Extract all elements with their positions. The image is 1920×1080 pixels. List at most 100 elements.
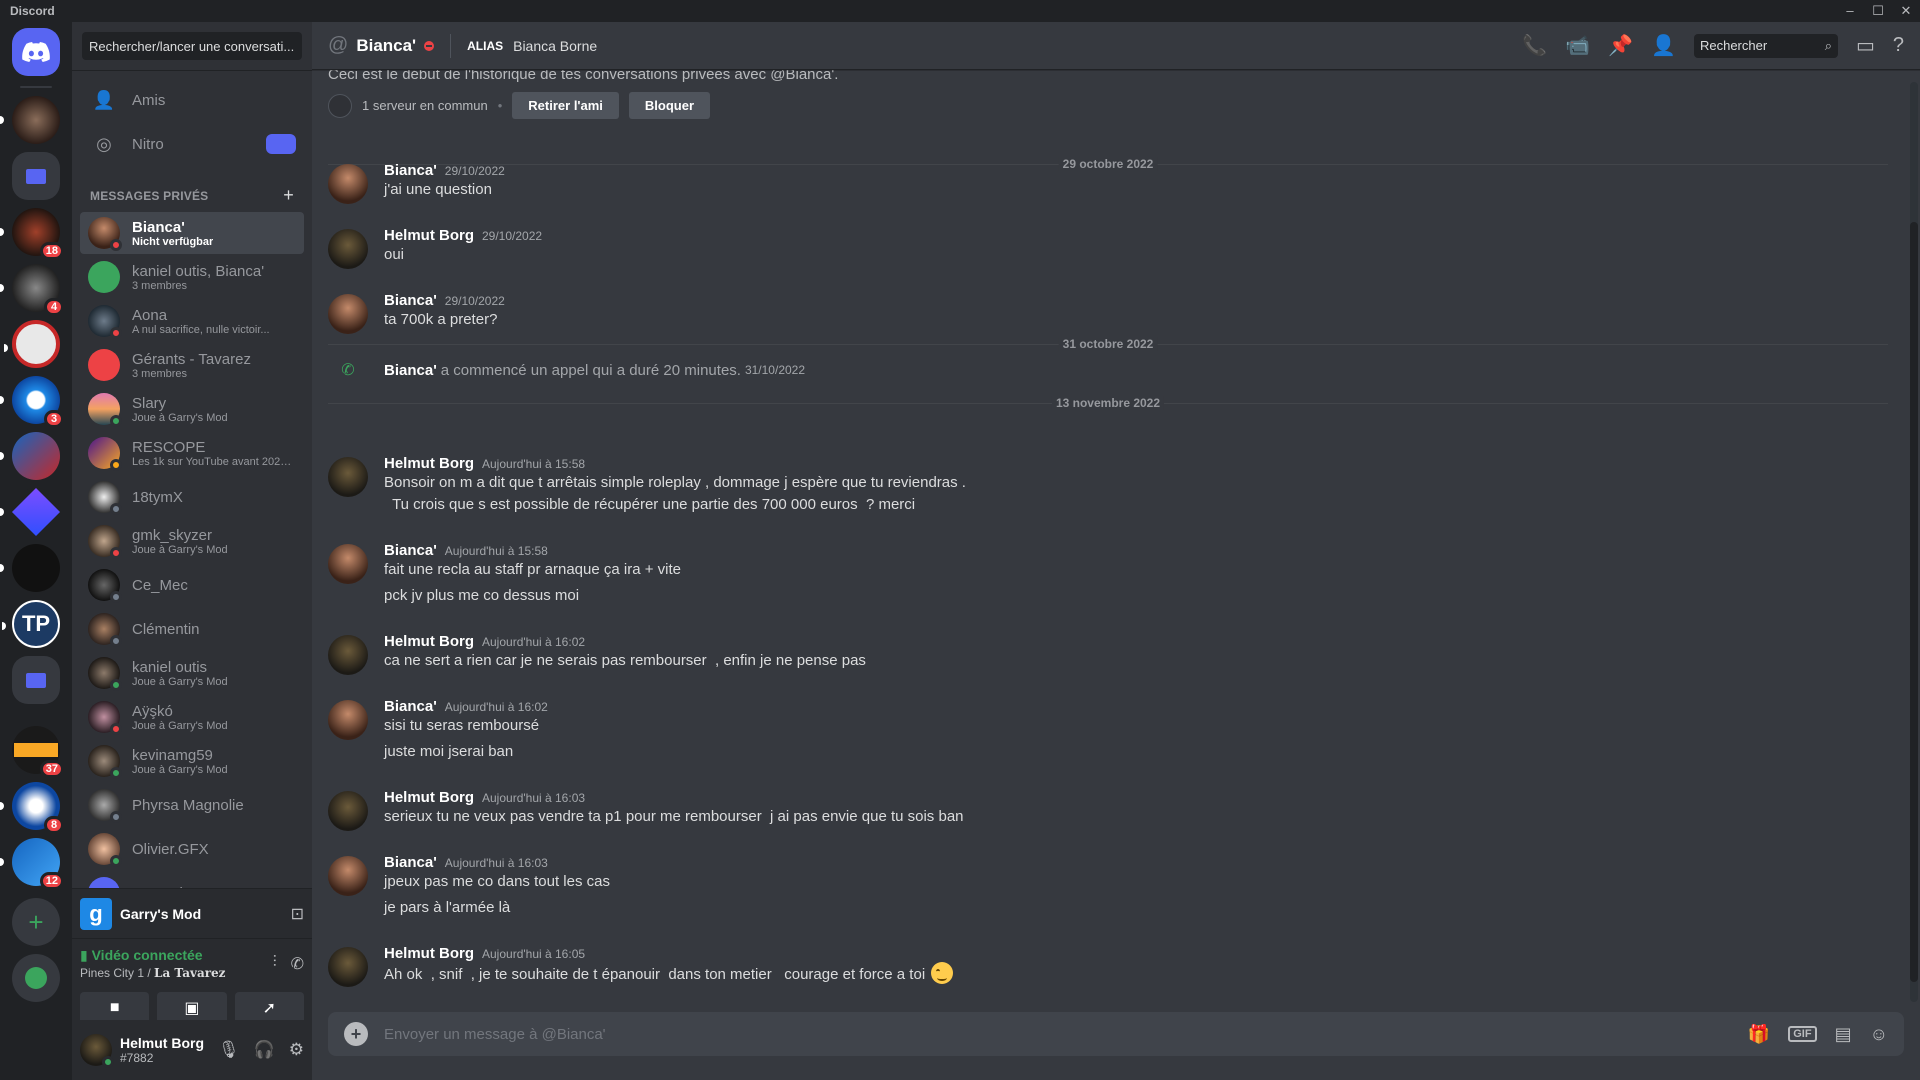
gift-icon[interactable]: 🎁: [1748, 1024, 1770, 1045]
avatar[interactable]: [328, 164, 368, 204]
message-author[interactable]: Bianca': [384, 698, 437, 715]
guild-icon[interactable]: [0, 432, 60, 480]
sticker-icon[interactable]: ▤: [1835, 1024, 1852, 1045]
status-indicator-icon: [110, 811, 122, 823]
avatar: [88, 437, 122, 471]
avatar[interactable]: [328, 229, 368, 269]
server-list: 18 4 3 TP 37 8 12 +: [0, 22, 72, 1080]
headphones-icon[interactable]: 🎧: [254, 1040, 275, 1060]
settings-gear-icon[interactable]: ⚙: [289, 1040, 304, 1060]
guild-icon[interactable]: [0, 96, 60, 144]
dm-item[interactable]: RESCOPE Les 1k sur YouTube avant 2023 !: [80, 432, 304, 474]
user-avatar[interactable]: [80, 1034, 114, 1068]
dm-item[interactable]: Aona A nul sacrifice, nulle victoir...: [80, 300, 304, 342]
avatar[interactable]: [328, 791, 368, 831]
dm-item[interactable]: kevinamg59 Joue à Garry's Mod: [80, 740, 304, 782]
dm-search-input[interactable]: Rechercher/lancer une conversati...: [82, 32, 302, 60]
message-header: Helmut Borg 29/10/2022: [384, 227, 1868, 244]
noise-suppression-icon[interactable]: ⫶: [273, 954, 277, 974]
dm-item[interactable]: Ce_Mec: [80, 564, 304, 606]
dm-item[interactable]: gmk_skyzer Joue à Garry's Mod: [80, 520, 304, 562]
maximize-button[interactable]: ☐: [1864, 0, 1892, 22]
guild-icon[interactable]: TP: [2, 600, 60, 648]
guild-icon[interactable]: 8: [0, 782, 64, 834]
disconnect-icon[interactable]: ✆: [291, 954, 304, 974]
avatar[interactable]: [328, 635, 368, 675]
avatar[interactable]: [328, 856, 368, 896]
inbox-icon[interactable]: ▭: [1856, 33, 1875, 58]
avatar[interactable]: [328, 700, 368, 740]
unread-pill: [2, 622, 6, 630]
dm-item[interactable]: Phyrsa Magnolie: [80, 784, 304, 826]
minimize-button[interactable]: –: [1836, 0, 1864, 22]
alias-label: ALIAS: [467, 38, 504, 53]
message-author[interactable]: Bianca': [384, 854, 437, 871]
dm-item[interactable]: Slary Joue à Garry's Mod: [80, 388, 304, 430]
nav-nitro[interactable]: ◎ Nitro: [80, 123, 304, 165]
add-server-button[interactable]: +: [12, 898, 60, 946]
dm-item[interactable]: 18tymX: [80, 476, 304, 518]
guild-icon[interactable]: [0, 487, 61, 537]
dm-text: RESCOPE Les 1k sur YouTube avant 2023 !: [132, 439, 292, 468]
voice-channel[interactable]: Pines City 1 / La Tavarez: [80, 966, 226, 980]
avatar: [88, 393, 122, 427]
pinned-messages-icon[interactable]: 📌: [1608, 33, 1633, 58]
attach-plus-icon[interactable]: +: [344, 1022, 368, 1046]
nav-friends[interactable]: 👤 Amis: [80, 79, 304, 121]
avatar[interactable]: [328, 457, 368, 497]
avatar[interactable]: [328, 947, 368, 987]
dm-header-label: MESSAGES PRIVÉS: [90, 188, 209, 203]
message-author[interactable]: Helmut Borg: [384, 633, 474, 650]
voice-status[interactable]: ▮ Vidéo connectée: [80, 947, 226, 964]
avatar[interactable]: [328, 294, 368, 334]
mutual-servers-link[interactable]: 1 serveur en commun: [362, 98, 488, 113]
block-button[interactable]: Bloquer: [628, 92, 711, 119]
guild-icon[interactable]: [4, 320, 60, 368]
avatar: [88, 349, 120, 381]
voice-call-icon[interactable]: 📞: [1522, 33, 1547, 58]
gif-button[interactable]: GIF: [1788, 1026, 1817, 1042]
message-author[interactable]: Helmut Borg: [384, 789, 474, 806]
dm-item[interactable]: kaniel outis Joue à Garry's Mod: [80, 652, 304, 694]
create-dm-button[interactable]: +: [283, 185, 294, 206]
call-author[interactable]: Bianca': [384, 362, 437, 379]
guild-icon[interactable]: 37: [12, 726, 64, 778]
dm-item[interactable]: kaniel outis, Bianca' 3 membres: [80, 256, 304, 298]
message-input[interactable]: Envoyer un message à @Bianca': [384, 1026, 606, 1043]
screen-share-icon[interactable]: ⊡: [291, 904, 304, 924]
header-search-input[interactable]: Rechercher ⌕: [1693, 33, 1838, 58]
remove-friend-button[interactable]: Retirer l'ami: [512, 92, 619, 119]
avatar[interactable]: [328, 544, 368, 584]
guild-icon[interactable]: 4: [0, 264, 64, 316]
dm-text: Slary Joue à Garry's Mod: [132, 395, 228, 424]
dm-item[interactable]: Bianca' Nicht verfügbar: [80, 212, 304, 254]
message-author[interactable]: Helmut Borg: [384, 455, 474, 472]
guild-icon[interactable]: [0, 544, 60, 592]
folder-icon[interactable]: [12, 656, 60, 704]
message-author[interactable]: Bianca': [384, 542, 437, 559]
close-button[interactable]: ✕: [1892, 0, 1920, 22]
scrollbar-thumb[interactable]: [1910, 222, 1918, 982]
help-icon[interactable]: ?: [1893, 34, 1904, 57]
dm-item[interactable]: Aÿşkó Joue à Garry's Mod: [80, 696, 304, 738]
add-friend-to-dm-icon[interactable]: 👤: [1651, 33, 1676, 58]
app-title: Discord: [10, 4, 55, 18]
message-author[interactable]: Helmut Borg: [384, 227, 474, 244]
dm-item[interactable]: Clémentin: [80, 608, 304, 650]
message-composer[interactable]: + Envoyer un message à @Bianca' 🎁 GIF ▤ …: [328, 1012, 1904, 1056]
explore-servers-button[interactable]: [12, 954, 60, 1002]
guild-icon[interactable]: 3: [0, 376, 64, 428]
scrollbar[interactable]: [1910, 82, 1918, 1002]
message-author[interactable]: Bianca': [384, 162, 437, 179]
emoji-picker-icon[interactable]: ☺: [1870, 1024, 1888, 1045]
home-button[interactable]: [12, 28, 60, 76]
message-author[interactable]: Bianca': [384, 292, 437, 309]
dm-item[interactable]: Gérants - Tavarez 3 membres: [80, 344, 304, 386]
folder-icon[interactable]: [12, 152, 60, 200]
dm-item[interactable]: Olivier.GFX: [80, 828, 304, 870]
video-call-icon[interactable]: 📹: [1565, 33, 1590, 58]
message-author[interactable]: Helmut Borg: [384, 945, 474, 962]
guild-icon[interactable]: 12: [0, 838, 64, 890]
microphone-icon[interactable]: 🎙: [218, 1040, 240, 1060]
guild-icon[interactable]: 18: [0, 208, 64, 260]
